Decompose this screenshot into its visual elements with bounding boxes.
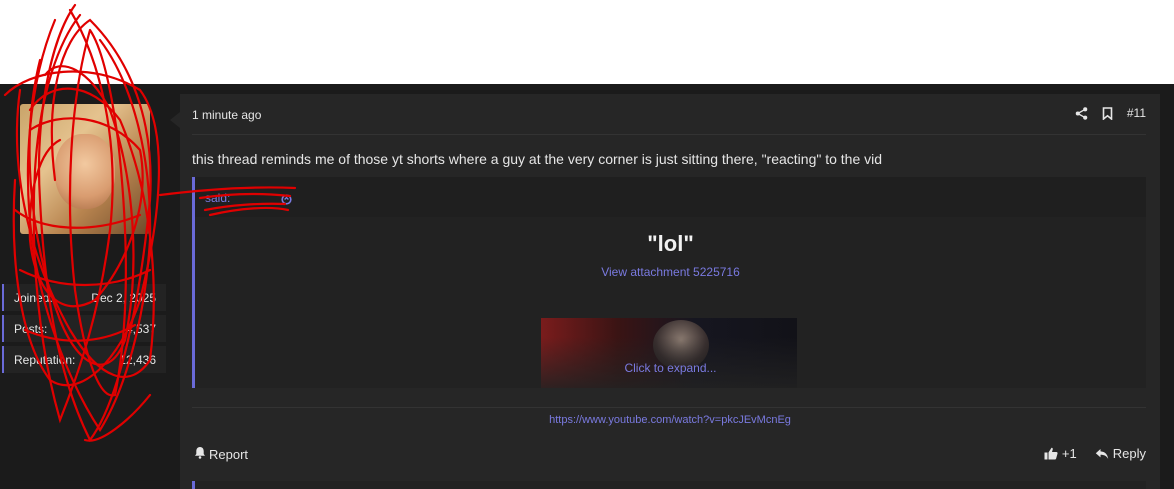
reply-icon (1095, 448, 1109, 460)
quote-block: said: "lol" View attachment 5225716 Clic… (192, 177, 1146, 388)
divider (192, 407, 1146, 408)
message-body: 1 minute ago #11 this thread reminds me … (180, 94, 1160, 489)
stat-reputation: Reputation: 12,436 (2, 346, 166, 373)
thumbs-up-icon (1044, 447, 1058, 460)
next-post-quote (192, 481, 1146, 489)
post-actions: #11 (1075, 106, 1146, 120)
like-button[interactable]: +1 (1044, 446, 1077, 461)
quote-author[interactable]: said: (205, 191, 230, 205)
stat-value: Dec 2, 2025 (91, 291, 156, 305)
bell-icon (194, 446, 206, 462)
like-count: +1 (1061, 446, 1077, 461)
stat-value: 4,537 (125, 322, 156, 336)
post-date[interactable]: 1 minute ago (192, 108, 261, 122)
avatar[interactable] (20, 104, 150, 234)
stat-posts: Posts: 4,537 (2, 315, 166, 342)
message-pointer (170, 112, 180, 128)
report-button[interactable]: Report (194, 446, 248, 462)
stat-label: Posts: (14, 322, 48, 336)
stat-joined: Joined: Dec 2, 2025 (2, 284, 166, 311)
stat-value: 12,436 (119, 353, 156, 367)
attachment-link[interactable]: View attachment 5225716 (195, 265, 1146, 279)
stat-label: Reputation: (14, 353, 76, 367)
quote-header: said: (195, 177, 1146, 217)
page-top-whitespace (0, 0, 1174, 84)
reaction-bar: +1 Reply (1044, 446, 1146, 461)
divider (192, 134, 1146, 135)
share-icon[interactable] (1075, 106, 1088, 120)
youtube-link[interactable]: https://www.youtube.com/watch?v=pkcJEvMc… (180, 414, 1160, 426)
forum-post: Joined: Dec 2, 2025 Posts: 4,537 Reputat… (0, 84, 1174, 489)
reply-label: Reply (1112, 446, 1146, 461)
quote-title: "lol" (647, 231, 694, 256)
quote-arrow-icon[interactable] (281, 192, 292, 210)
avatar-face (55, 134, 115, 209)
user-sidebar: Joined: Dec 2, 2025 Posts: 4,537 Reputat… (0, 84, 170, 489)
reply-button[interactable]: Reply (1095, 446, 1146, 461)
stat-label: Joined: (14, 291, 53, 305)
expand-link[interactable]: Click to expand... (195, 361, 1146, 375)
post-number[interactable]: #11 (1127, 106, 1146, 120)
post-text: this thread reminds me of those yt short… (192, 151, 883, 167)
report-label: Report (209, 446, 249, 462)
bookmark-icon[interactable] (1102, 106, 1113, 120)
